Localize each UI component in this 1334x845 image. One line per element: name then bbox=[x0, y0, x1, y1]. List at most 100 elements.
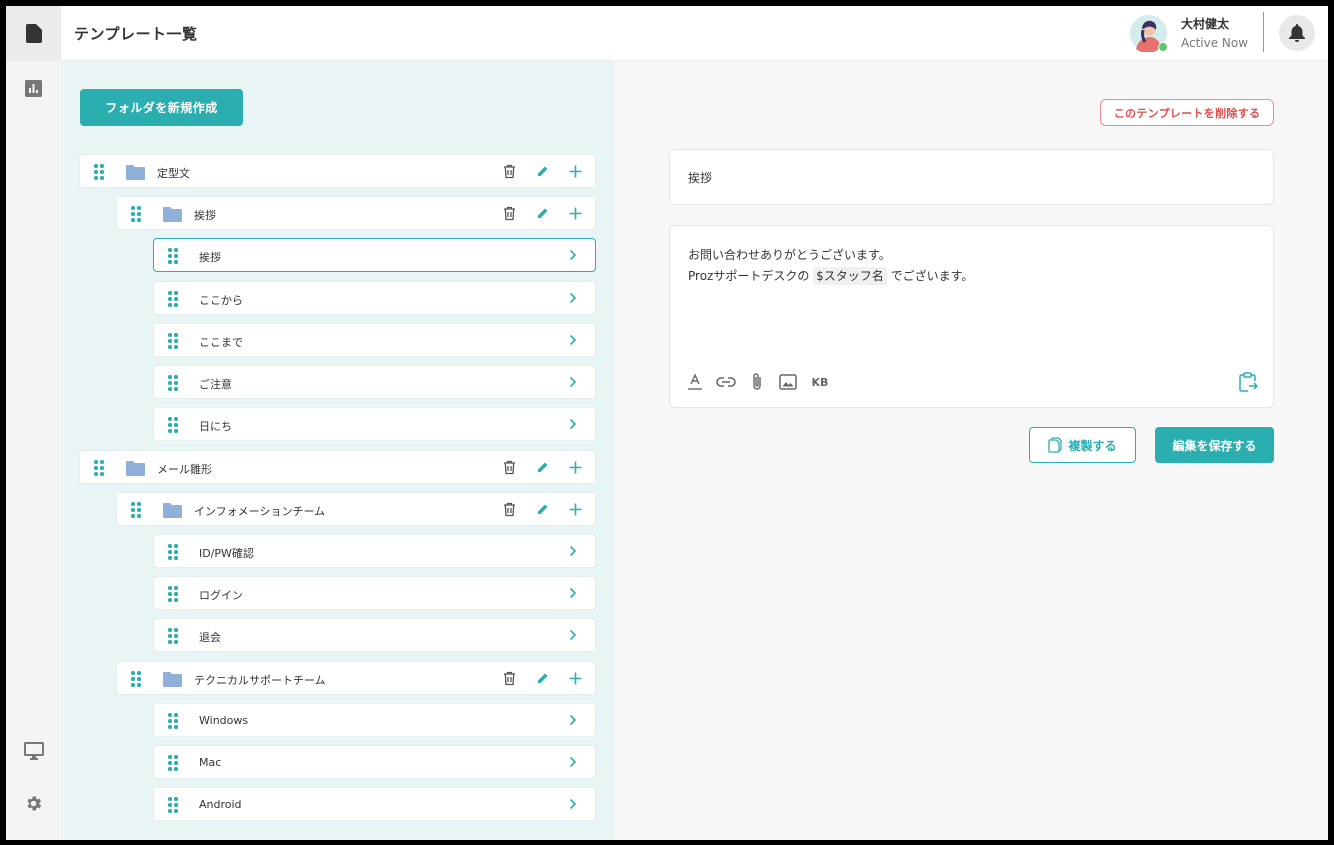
folder-row[interactable]: メール雛形 bbox=[79, 450, 596, 484]
trash-icon bbox=[504, 502, 515, 517]
duplicate-button[interactable]: 複製する bbox=[1029, 427, 1136, 463]
folder-row[interactable]: インフォメーションチーム bbox=[116, 492, 596, 526]
knowledge-base-button[interactable]: KB bbox=[810, 372, 830, 392]
open-template-button[interactable] bbox=[567, 586, 579, 600]
plus-icon bbox=[569, 503, 582, 516]
drag-handle-icon[interactable] bbox=[168, 544, 178, 560]
rename-folder-button[interactable] bbox=[534, 205, 551, 222]
body-line-2-suffix: でございます。 bbox=[886, 269, 974, 283]
rename-folder-button[interactable] bbox=[534, 670, 551, 687]
paste-template-button[interactable] bbox=[1238, 372, 1258, 392]
open-template-button[interactable] bbox=[567, 375, 579, 389]
rail-analytics-button[interactable] bbox=[6, 61, 61, 116]
template-row[interactable]: ご注意 bbox=[153, 365, 596, 399]
add-template-button[interactable] bbox=[567, 205, 584, 222]
template-row[interactable]: Windows bbox=[153, 703, 596, 737]
template-title-input[interactable] bbox=[669, 149, 1274, 205]
document-icon bbox=[25, 24, 42, 43]
rename-folder-button[interactable] bbox=[534, 501, 551, 518]
template-row[interactable]: ログイン bbox=[153, 576, 596, 610]
plus-icon bbox=[569, 461, 582, 474]
folder-icon bbox=[163, 207, 182, 222]
folder-row[interactable]: テクニカルサポートチーム bbox=[116, 661, 596, 695]
drag-handle-icon[interactable] bbox=[131, 206, 141, 222]
open-template-button[interactable] bbox=[567, 628, 579, 642]
drag-handle-icon[interactable] bbox=[168, 755, 178, 771]
template-body-editor[interactable]: お問い合わせありがとうございます。 Prozサポートデスクの $スタッフ名 でご… bbox=[669, 225, 1274, 408]
rail-templates-button[interactable] bbox=[6, 6, 61, 61]
drag-handle-icon[interactable] bbox=[94, 460, 104, 476]
template-row[interactable]: 退会 bbox=[153, 618, 596, 652]
insert-image-button[interactable] bbox=[779, 372, 797, 392]
rename-folder-button[interactable] bbox=[534, 163, 551, 180]
template-row[interactable]: Mac bbox=[153, 745, 596, 779]
template-row[interactable]: ID/PW確認 bbox=[153, 534, 596, 568]
template-row[interactable]: 挨拶 bbox=[153, 238, 596, 272]
plus-icon bbox=[569, 672, 582, 685]
delete-folder-button[interactable] bbox=[501, 670, 518, 687]
delete-folder-button[interactable] bbox=[501, 459, 518, 476]
staff-name-variable[interactable]: $スタッフ名 bbox=[813, 267, 887, 285]
drag-handle-icon[interactable] bbox=[131, 671, 141, 687]
add-template-button[interactable] bbox=[567, 501, 584, 518]
folder-row[interactable]: 定型文 bbox=[79, 154, 596, 188]
template-editor: このテンプレートを削除する お問い合わせありがとうございます。 Prozサポート… bbox=[614, 61, 1328, 840]
pencil-icon bbox=[538, 208, 548, 218]
attach-file-button[interactable] bbox=[750, 372, 764, 392]
folder-row[interactable]: 挨拶 bbox=[116, 196, 596, 230]
drag-handle-icon[interactable] bbox=[168, 375, 178, 391]
template-row[interactable]: 日にち bbox=[153, 407, 596, 441]
folder-label: 挨拶 bbox=[194, 209, 216, 222]
drag-handle-icon[interactable] bbox=[168, 797, 178, 813]
rail-monitor-button[interactable] bbox=[6, 723, 61, 778]
open-template-button[interactable] bbox=[567, 713, 579, 727]
open-template-button[interactable] bbox=[567, 797, 579, 811]
insert-link-button[interactable] bbox=[716, 372, 736, 392]
notifications-button[interactable] bbox=[1279, 15, 1315, 51]
text-format-button[interactable] bbox=[687, 372, 703, 392]
delete-template-button[interactable]: このテンプレートを削除する bbox=[1100, 99, 1274, 126]
left-rail bbox=[6, 6, 61, 840]
avatar[interactable] bbox=[1130, 15, 1168, 54]
open-template-button[interactable] bbox=[567, 544, 579, 558]
chevron-right-icon bbox=[569, 545, 577, 557]
rename-folder-button[interactable] bbox=[534, 459, 551, 476]
open-template-button[interactable] bbox=[567, 291, 579, 305]
chevron-right-icon bbox=[569, 376, 577, 388]
add-template-button[interactable] bbox=[567, 459, 584, 476]
open-template-button[interactable] bbox=[567, 755, 579, 769]
template-row[interactable]: ここまで bbox=[153, 323, 596, 357]
add-template-button[interactable] bbox=[567, 163, 584, 180]
trash-icon bbox=[504, 164, 515, 179]
template-row[interactable]: Android bbox=[153, 787, 596, 821]
delete-folder-button[interactable] bbox=[501, 501, 518, 518]
chevron-right-icon bbox=[569, 587, 577, 599]
delete-folder-button[interactable] bbox=[501, 163, 518, 180]
open-template-button[interactable] bbox=[567, 333, 579, 347]
folder-icon bbox=[126, 165, 145, 180]
template-row[interactable]: ここから bbox=[153, 281, 596, 315]
drag-handle-icon[interactable] bbox=[168, 417, 178, 433]
rail-settings-button[interactable] bbox=[6, 776, 61, 831]
save-edits-button[interactable]: 編集を保存する bbox=[1155, 427, 1274, 463]
delete-folder-button[interactable] bbox=[501, 205, 518, 222]
page-title: テンプレート一覧 bbox=[74, 25, 198, 43]
drag-handle-icon[interactable] bbox=[168, 248, 178, 264]
drag-handle-icon[interactable] bbox=[168, 628, 178, 644]
drag-handle-icon[interactable] bbox=[168, 586, 178, 602]
body-line-2-prefix: Prozサポートデスクの bbox=[688, 269, 814, 283]
body-line-2: Prozサポートデスクの $スタッフ名 でございます。 bbox=[688, 266, 973, 287]
drag-handle-icon[interactable] bbox=[94, 164, 104, 180]
drag-handle-icon[interactable] bbox=[168, 333, 178, 349]
open-template-button[interactable] bbox=[567, 248, 579, 262]
drag-handle-icon[interactable] bbox=[131, 502, 141, 518]
open-template-button[interactable] bbox=[567, 417, 579, 431]
trash-icon bbox=[504, 671, 515, 686]
add-template-button[interactable] bbox=[567, 670, 584, 687]
new-folder-button[interactable]: フォルダを新規作成 bbox=[80, 89, 243, 126]
template-body-text[interactable]: お問い合わせありがとうございます。 Prozサポートデスクの $スタッフ名 でご… bbox=[688, 245, 973, 287]
drag-handle-icon[interactable] bbox=[168, 713, 178, 729]
folder-icon bbox=[126, 461, 145, 476]
drag-handle-icon[interactable] bbox=[168, 291, 178, 307]
chevron-right-icon bbox=[569, 798, 577, 810]
